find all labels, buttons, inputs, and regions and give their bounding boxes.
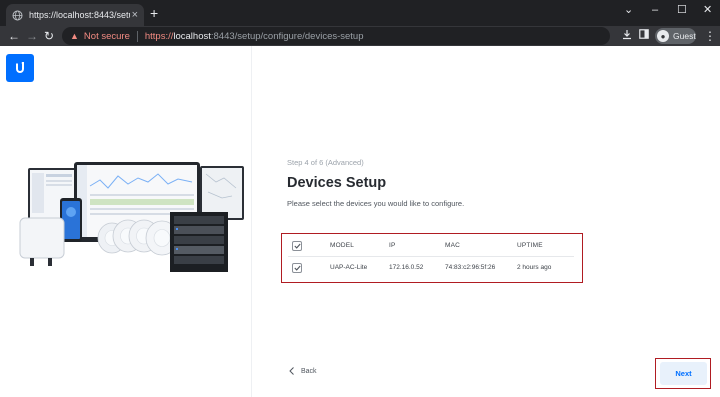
security-label[interactable]: Not secure <box>84 31 130 42</box>
warning-icon[interactable]: ▲ <box>70 31 79 41</box>
hero-pane <box>0 46 252 397</box>
chevron-left-icon <box>289 367 294 375</box>
maximize-button[interactable]: ☐ <box>677 3 687 17</box>
url-host: localhost <box>173 30 211 42</box>
next-button[interactable]: Next <box>660 362 707 385</box>
url-scheme: https:// <box>144 30 174 42</box>
cell-ip: 172.16.0.52 <box>389 264 424 271</box>
page-subtitle: Please select the devices you would like… <box>287 199 465 208</box>
back-label: Back <box>301 367 317 375</box>
globe-icon <box>12 10 23 21</box>
profile-button[interactable]: ● Guest <box>655 28 696 44</box>
back-button[interactable]: Back <box>287 366 317 376</box>
row-checkbox[interactable] <box>292 263 302 273</box>
cell-uptime: 2 hours ago <box>517 264 552 271</box>
browser-tab[interactable]: https://localhost:8443/setup/configure/d… <box>6 4 144 26</box>
column-mac[interactable]: MAC <box>445 235 460 257</box>
menu-icon[interactable]: ⋮ <box>704 29 716 43</box>
address-divider <box>136 30 138 42</box>
page-title: Devices Setup <box>287 175 387 191</box>
back-arrow-icon[interactable]: ← <box>8 28 20 44</box>
reload-icon[interactable]: ↻ <box>44 28 54 44</box>
close-window-button[interactable]: ✕ <box>703 3 712 17</box>
table-row[interactable]: UAP-AC-Lite 172.16.0.52 74:83:c2:96:5f:2… <box>288 257 574 279</box>
column-uptime[interactable]: UPTIME <box>517 235 543 257</box>
table-header: MODEL IP MAC UPTIME <box>288 235 574 257</box>
column-model[interactable]: MODEL <box>330 235 354 257</box>
browser-tab-strip: https://localhost:8443/setup/configure/d… <box>0 0 720 26</box>
devices-illustration <box>19 162 244 272</box>
column-ip[interactable]: IP <box>389 235 396 257</box>
browser-toolbar: ← → ↻ ▲ Not secure https:// localhost :8… <box>0 26 720 46</box>
tab-title: https://localhost:8443/setup/configure/d… <box>29 10 130 20</box>
cell-mac: 74:83:c2:96:5f:26 <box>445 264 496 271</box>
ubiquiti-logo[interactable] <box>6 54 34 82</box>
new-tab-button[interactable]: + <box>150 5 158 21</box>
avatar-icon: ● <box>657 30 669 42</box>
side-panel-icon[interactable] <box>639 29 649 43</box>
url-path: :8443/setup/configure/devices-setup <box>210 30 364 42</box>
setup-page: Step 4 of 6 (Advanced) Devices Setup Ple… <box>0 46 720 397</box>
tab-close-icon[interactable]: × <box>132 9 138 21</box>
step-indicator: Step 4 of 6 (Advanced) <box>287 158 364 167</box>
select-all-checkbox[interactable] <box>292 241 302 251</box>
cell-model: UAP-AC-Lite <box>330 264 368 271</box>
devices-table: MODEL IP MAC UPTIME UAP-AC-Lite 172.16.0… <box>281 233 583 283</box>
address-bar[interactable]: ▲ Not secure https:// localhost :8443/se… <box>62 27 610 45</box>
tab-search-icon[interactable]: ⌄ <box>624 3 633 17</box>
download-icon[interactable] <box>622 29 632 44</box>
profile-label: Guest <box>673 31 696 41</box>
minimize-button[interactable]: – <box>652 3 658 17</box>
forward-arrow-icon[interactable]: → <box>26 28 38 44</box>
